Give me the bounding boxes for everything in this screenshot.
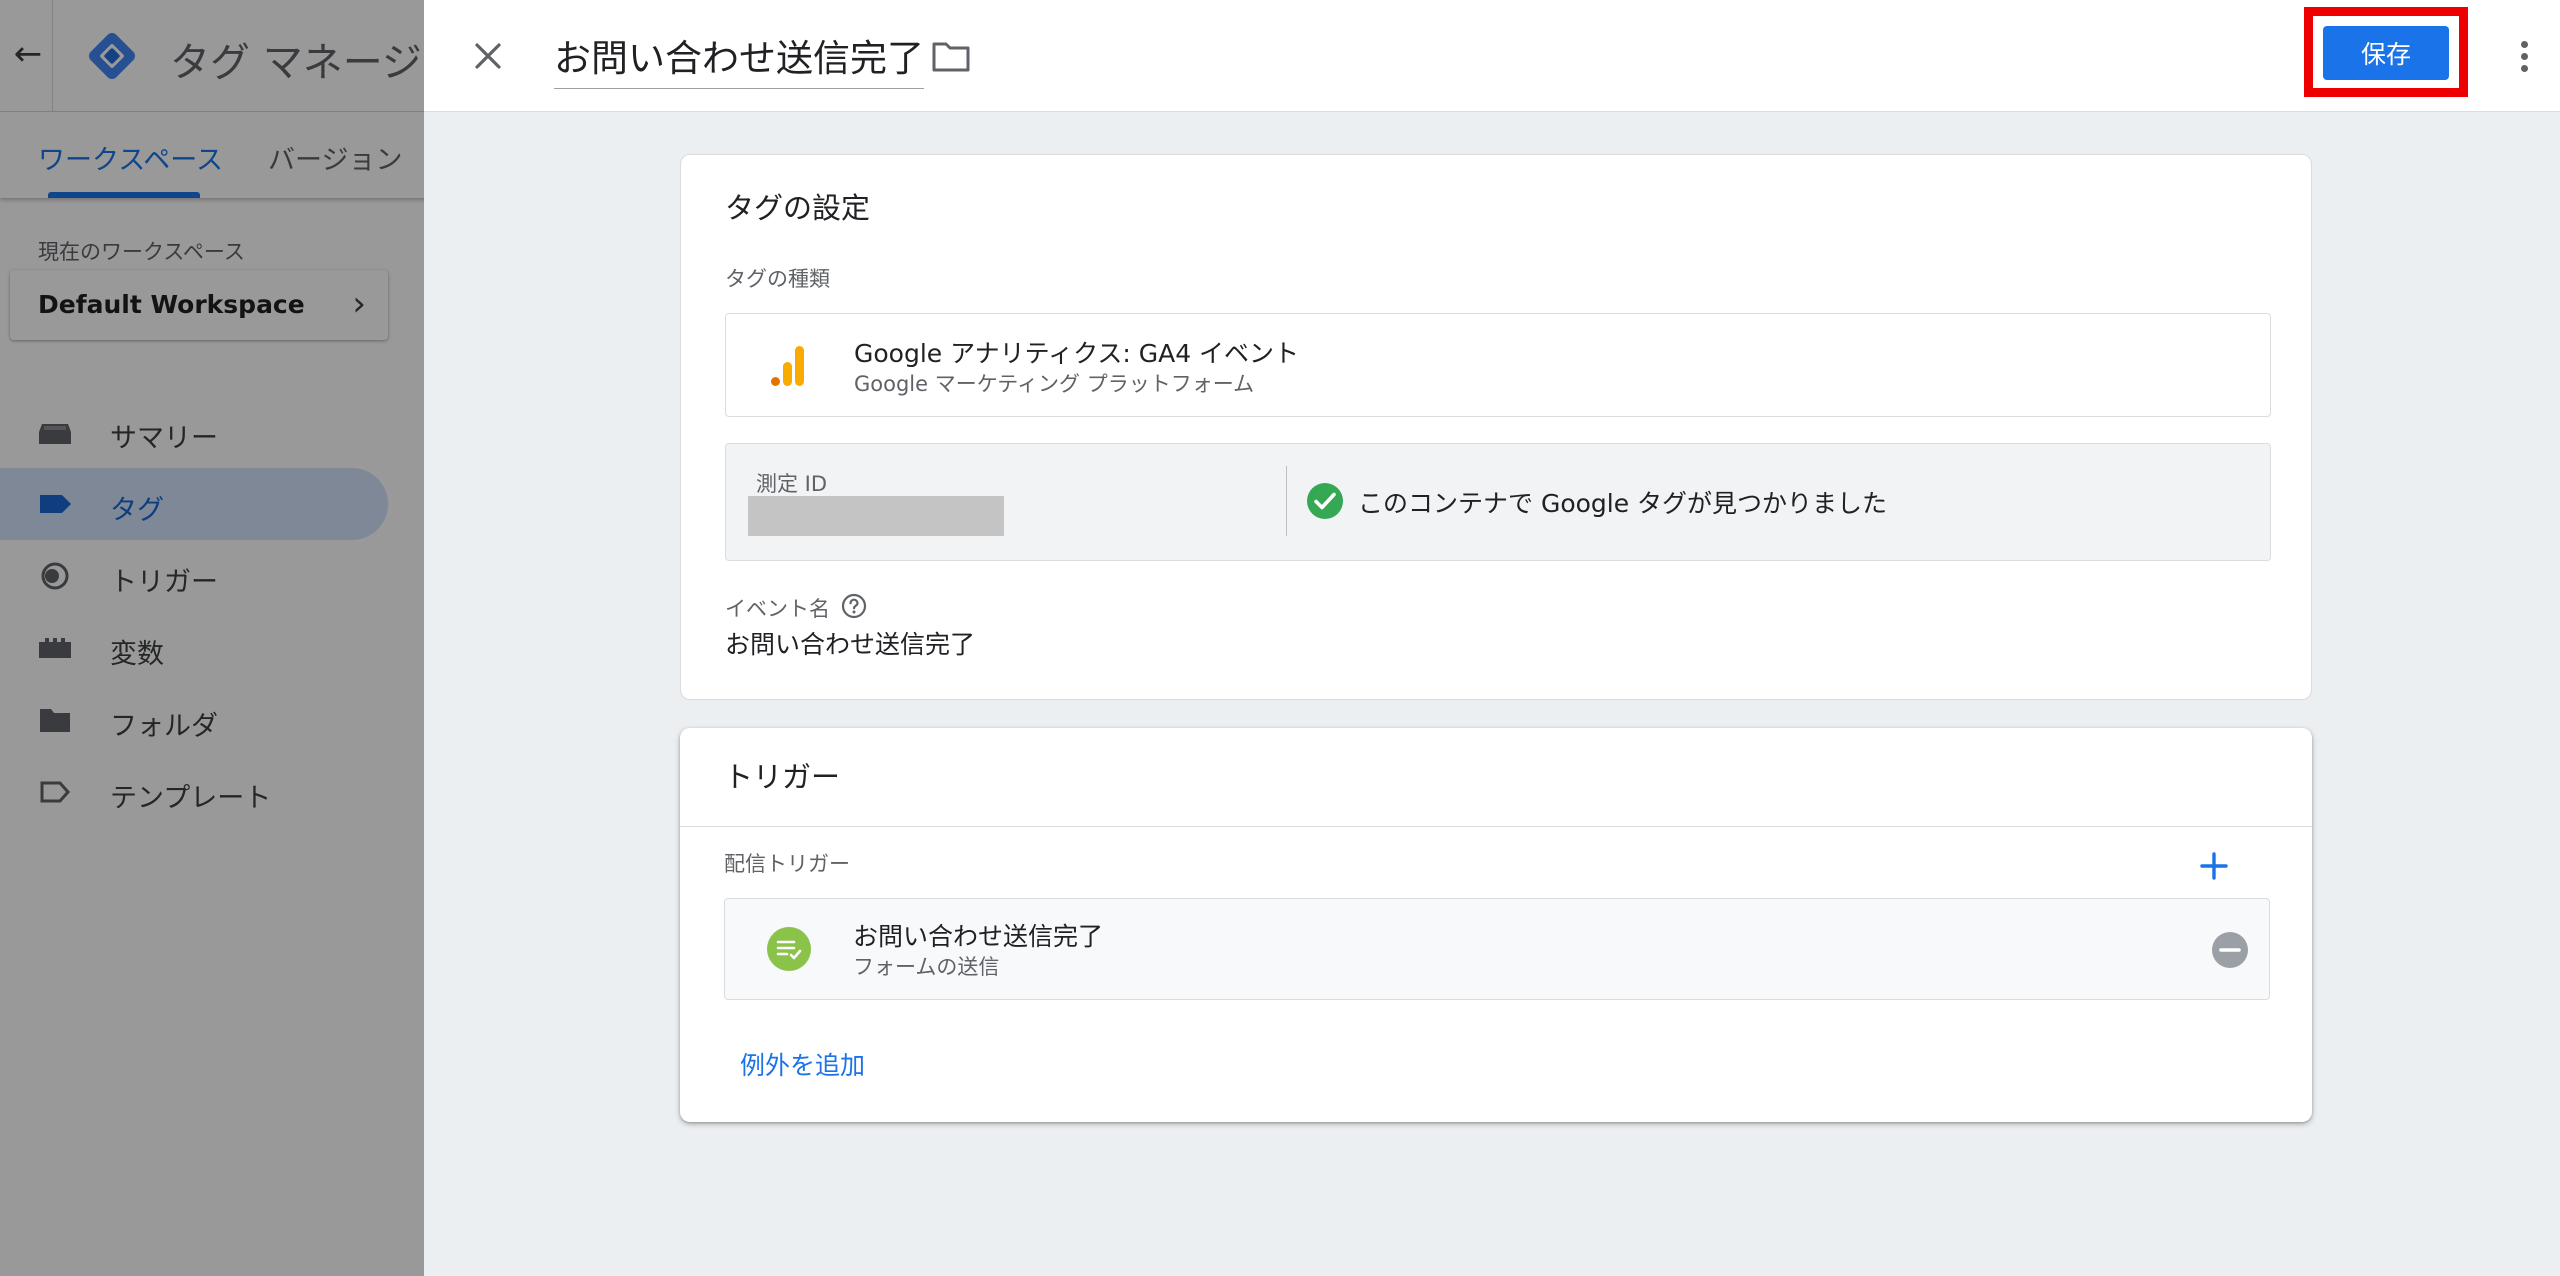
event-name-label: イベント名 [725, 597, 830, 621]
measurement-id-divider [1286, 466, 1287, 536]
tag-type-label: タグの種類 [725, 267, 830, 291]
google-analytics-icon [771, 346, 804, 386]
measurement-id-row: 測定 ID このコンテナで Google タグが見つかりました [725, 443, 2271, 561]
event-name-value[interactable]: お問い合わせ送信完了 [725, 625, 975, 661]
trigger-type: フォームの送信 [853, 955, 1000, 979]
triggering-heading: トリガー [724, 760, 841, 794]
measurement-id-label: 測定 ID [756, 472, 828, 496]
add-trigger-button[interactable] [2192, 844, 2236, 888]
tag-type-selector[interactable]: Google アナリティクス: GA4 イベント Google マーケティング … [725, 313, 2271, 417]
close-button[interactable] [464, 32, 512, 80]
form-submission-icon [767, 927, 811, 971]
tag-type-provider: Google マーケティング プラットフォーム [854, 372, 1255, 396]
save-button[interactable]: 保存 [2323, 26, 2449, 80]
folder-outline-icon [932, 42, 970, 72]
firing-triggers-label: 配信トリガー [724, 852, 850, 876]
tag-type-name: Google アナリティクス: GA4 イベント [854, 339, 1300, 368]
triggering-divider [680, 826, 2312, 827]
more-options-icon[interactable] [2504, 30, 2544, 82]
check-circle-icon [1307, 483, 1343, 519]
add-exception-link[interactable]: 例外を追加 [740, 1046, 865, 1082]
google-tag-found-message: このコンテナで Google タグが見つかりました [1358, 489, 1888, 518]
measurement-id-input[interactable] [748, 496, 1004, 536]
trigger-item[interactable]: お問い合わせ送信完了 フォームの送信 [724, 898, 2270, 1000]
tag-configuration-heading: タグの設定 [725, 191, 871, 225]
tag-editor-sheet: お問い合わせ送信完了 保存 タグの設定 タグの種類 Google アナリティクス… [424, 0, 2560, 1276]
plus-icon [2200, 852, 2228, 880]
close-icon [475, 43, 501, 69]
triggering-card: トリガー 配信トリガー お問い合わせ送信完了 フォームの送信 例外を追加 [680, 728, 2312, 1122]
help-icon[interactable] [841, 593, 867, 619]
trigger-name: お問い合わせ送信完了 [853, 922, 1104, 951]
folder-button[interactable] [930, 36, 972, 76]
tag-name-field[interactable]: お問い合わせ送信完了 [554, 28, 924, 89]
sheet-header: お問い合わせ送信完了 保存 [424, 0, 2560, 112]
tag-configuration-card: タグの設定 タグの種類 Google アナリティクス: GA4 イベント Goo… [680, 154, 2312, 700]
remove-trigger-icon[interactable] [2211, 931, 2249, 969]
